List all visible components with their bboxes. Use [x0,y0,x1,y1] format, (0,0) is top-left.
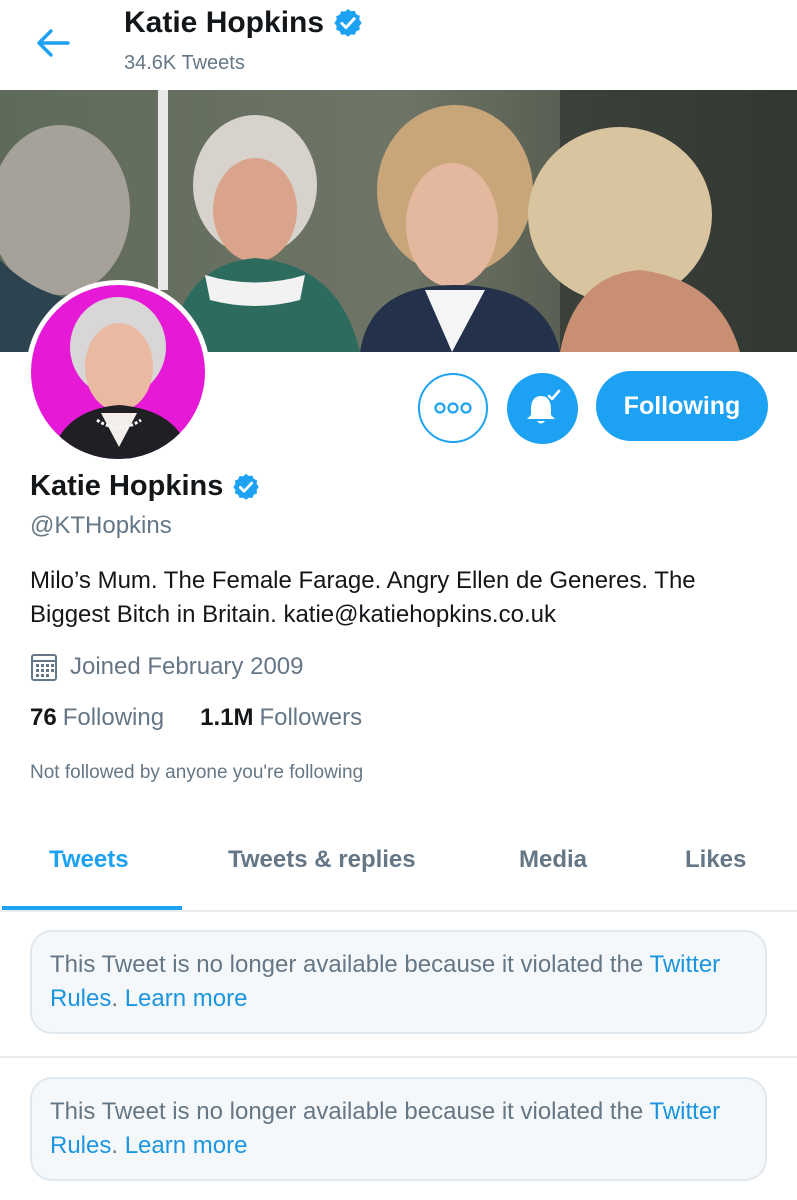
following-stat[interactable]: 76 Following [30,704,164,732]
active-tab-indicator [2,906,182,910]
tab-tweets-replies[interactable]: Tweets & replies [228,846,416,874]
bell-icon [526,389,560,423]
learn-more-link[interactable]: Learn more [125,985,248,1012]
header-title-row: Katie Hopkins [124,6,364,40]
tab-likes[interactable]: Likes [685,846,746,874]
following-count: 76 [30,704,57,731]
notice-separator: . [111,985,125,1012]
profile-name-row: Katie Hopkins [30,470,261,503]
back-button[interactable] [30,20,76,66]
avatar-photo [31,285,205,459]
arrow-left-icon [37,29,70,57]
followers-label: Followers [259,704,363,731]
tab-media[interactable]: Media [519,846,587,874]
notice-text: This Tweet is no longer available becaus… [50,1098,650,1125]
profile-avatar[interactable] [26,280,210,464]
bio-email-link[interactable]: katie@katiehopkins.co.uk [283,601,556,628]
profile-handle: @KTHopkins [30,512,172,539]
notifications-button[interactable] [507,373,578,444]
joined-date-row: Joined February 2009 [30,652,303,682]
profile-bio: Milo’s Mum. The Female Farage. Angry Ell… [30,564,780,632]
followers-count: 1.1M [200,704,254,731]
verified-badge-icon [334,9,362,37]
follow-stats: 76 Following 1.1M Followers [30,704,362,732]
following-button[interactable]: Following [596,371,768,441]
profile-tabs: Tweets Tweets & replies Media Likes [0,826,797,912]
withheld-tweet-notice[interactable]: This Tweet is no longer available becaus… [30,930,767,1034]
tweet-count: 34.6K Tweets [124,52,245,74]
following-label: Following [62,704,165,731]
verified-badge-icon [233,473,260,500]
more-button[interactable] [418,373,488,443]
withheld-tweet-notice[interactable]: This Tweet is no longer available becaus… [30,1077,767,1181]
mutuals-note: Not followed by anyone you're following [30,762,364,783]
notice-separator: . [111,1132,125,1159]
learn-more-link[interactable]: Learn more [125,1132,248,1159]
more-icon [434,402,472,414]
tab-tweets[interactable]: Tweets [49,846,129,874]
header-name: Katie Hopkins [124,6,325,39]
top-bar: Katie Hopkins 34.6K Tweets [0,0,797,90]
notice-text: This Tweet is no longer available becaus… [50,951,650,978]
display-name: Katie Hopkins [30,470,224,502]
joined-date: Joined February 2009 [70,653,304,680]
tweet-divider [0,1056,797,1058]
followers-stat[interactable]: 1.1M Followers [200,704,362,732]
calendar-icon [31,654,57,681]
